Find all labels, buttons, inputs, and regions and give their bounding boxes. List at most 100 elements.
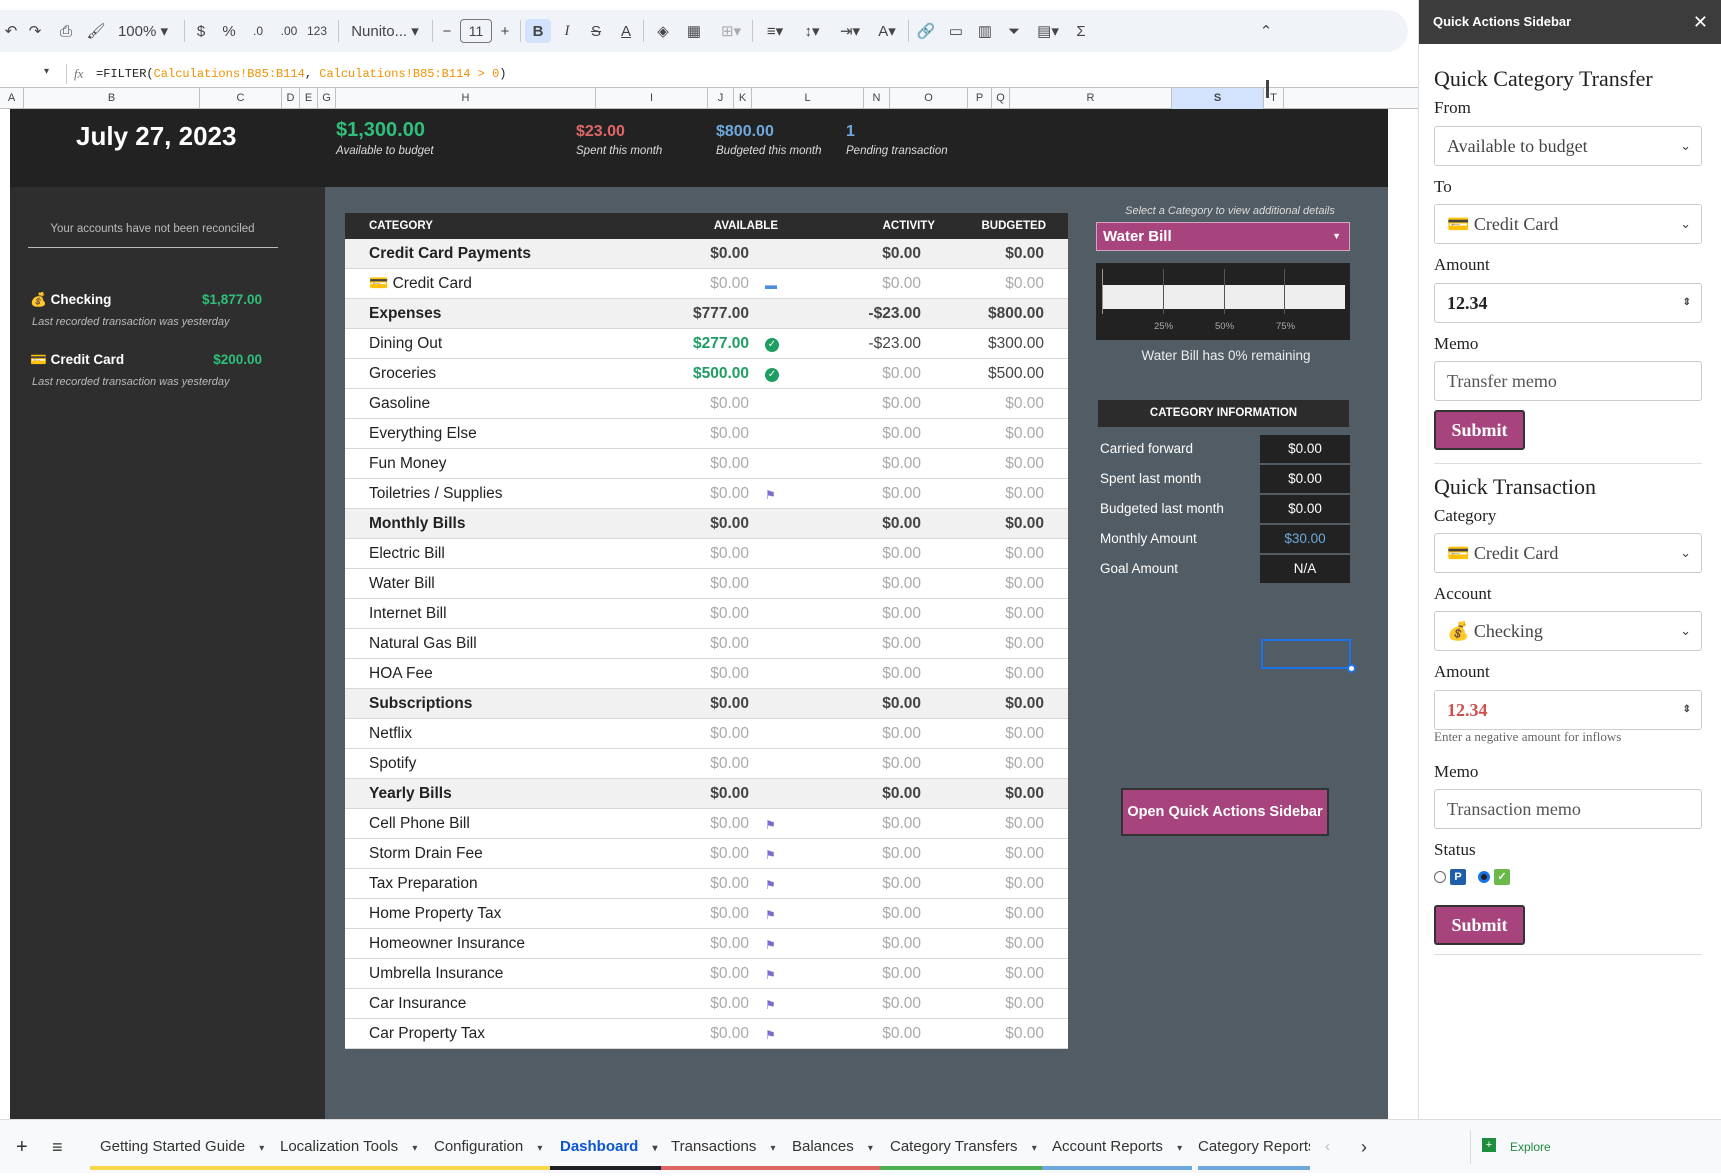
tab-menu-icon[interactable]: ▾: [412, 1143, 417, 1154]
font-size-decrease-icon[interactable]: −: [440, 19, 454, 43]
name-box-dropdown-icon[interactable]: ▾: [44, 66, 49, 78]
column-header[interactable]: L: [752, 88, 864, 109]
fill-color-icon[interactable]: ◈: [652, 19, 674, 43]
category-group-row[interactable]: Yearly Bills $0.00 $0.00 $0.00: [345, 779, 1068, 809]
category-select-sidebar[interactable]: 💳 Credit Card ⌄: [1434, 533, 1702, 573]
column-header[interactable]: B: [24, 88, 200, 109]
text-wrap-icon[interactable]: ⇥▾: [835, 19, 865, 43]
number-format-button[interactable]: 123: [305, 19, 329, 43]
tab-menu-icon[interactable]: ▾: [1032, 1143, 1037, 1154]
open-sidebar-button[interactable]: Open Quick Actions Sidebar: [1121, 788, 1329, 836]
transfer-amount-input[interactable]: 12.34 ⇕: [1434, 283, 1702, 323]
tab-menu-icon[interactable]: ▾: [868, 1143, 873, 1154]
tab-menu-icon[interactable]: ▾: [1177, 1143, 1182, 1154]
stepper-icon[interactable]: ⇕: [1683, 691, 1691, 729]
column-header[interactable]: I: [596, 88, 708, 109]
column-header[interactable]: R: [1010, 88, 1172, 109]
to-select[interactable]: 💳 Credit Card ⌄: [1434, 204, 1702, 244]
horizontal-align-icon[interactable]: ≡▾: [760, 19, 790, 43]
filter-views-icon[interactable]: ▤▾: [1032, 19, 1064, 43]
category-row[interactable]: Car Insurance $0.00 ⚑ $0.00 $0.00: [345, 989, 1068, 1019]
undo-icon[interactable]: ↶: [2, 19, 20, 43]
explore-label[interactable]: Explore: [1510, 1120, 1551, 1174]
add-sheet-icon[interactable]: +: [16, 1120, 28, 1174]
filter-icon[interactable]: ⏷: [1004, 19, 1024, 43]
sheet-tab[interactable]: Getting Started Guide ▾: [90, 1120, 275, 1174]
font-select[interactable]: Nunito... ▾: [345, 19, 425, 43]
category-row[interactable]: Tax Preparation $0.00 ⚑ $0.00 $0.00: [345, 869, 1068, 899]
all-sheets-icon[interactable]: ≡: [52, 1120, 63, 1174]
bold-button[interactable]: B: [525, 19, 551, 43]
currency-format-button[interactable]: $: [192, 19, 210, 43]
sheet-tab[interactable]: Dashboard ▾: [550, 1120, 668, 1174]
tab-menu-icon[interactable]: ▾: [653, 1143, 658, 1154]
transfer-memo-input[interactable]: Transfer memo: [1434, 361, 1702, 401]
column-header[interactable]: E: [300, 88, 318, 109]
text-rotation-icon[interactable]: A▾: [872, 19, 902, 43]
sheet-tab[interactable]: Category Transfers ▾: [880, 1120, 1047, 1174]
sheet-tab[interactable]: Localization Tools ▾: [270, 1120, 428, 1174]
category-row[interactable]: Storm Drain Fee $0.00 ⚑ $0.00 $0.00: [345, 839, 1068, 869]
status-pending-radio[interactable]: [1434, 871, 1446, 883]
category-group-row[interactable]: Expenses $777.00 -$23.00 $800.00: [345, 299, 1068, 329]
column-header[interactable]: A: [0, 88, 24, 109]
transaction-submit-button[interactable]: Submit: [1434, 905, 1525, 945]
category-row[interactable]: Gasoline $0.00 $0.00 $0.00: [345, 389, 1068, 419]
comment-icon[interactable]: ▭: [946, 19, 966, 43]
font-size-increase-icon[interactable]: +: [497, 19, 513, 43]
print-icon[interactable]: ⎙: [55, 19, 77, 43]
category-row[interactable]: Spotify $0.00 $0.00 $0.00: [345, 749, 1068, 779]
column-header[interactable]: J: [708, 88, 734, 109]
column-header[interactable]: O: [890, 88, 968, 109]
selected-cell[interactable]: [1261, 639, 1351, 669]
decrease-decimal-button[interactable]: .0: [247, 19, 269, 43]
category-row[interactable]: Umbrella Insurance $0.00 ⚑ $0.00 $0.00: [345, 959, 1068, 989]
category-select[interactable]: Water Bill ▼: [1096, 222, 1350, 251]
scroll-tabs-left-icon[interactable]: ‹: [1325, 1120, 1330, 1174]
tab-menu-icon[interactable]: ▾: [259, 1143, 264, 1154]
merge-cells-icon[interactable]: ⊞▾: [714, 19, 748, 43]
collapse-toolbar-icon[interactable]: ⌃: [1256, 19, 1276, 43]
transfer-submit-button[interactable]: Submit: [1434, 410, 1525, 450]
column-header[interactable]: G: [318, 88, 336, 109]
category-row[interactable]: Water Bill $0.00 $0.00 $0.00: [345, 569, 1068, 599]
category-row[interactable]: Netflix $0.00 $0.00 $0.00: [345, 719, 1068, 749]
column-header[interactable]: C: [200, 88, 282, 109]
functions-icon[interactable]: Σ: [1072, 19, 1090, 43]
borders-icon[interactable]: ▦: [684, 19, 704, 43]
category-row[interactable]: 💳 Credit Card $0.00 ▬ $0.00 $0.00: [345, 269, 1068, 299]
category-group-row[interactable]: Monthly Bills $0.00 $0.00 $0.00: [345, 509, 1068, 539]
category-row[interactable]: Dining Out $277.00 ✓ -$23.00 $300.00: [345, 329, 1068, 359]
category-row[interactable]: Natural Gas Bill $0.00 $0.00 $0.00: [345, 629, 1068, 659]
category-row[interactable]: Internet Bill $0.00 $0.00 $0.00: [345, 599, 1068, 629]
redo-icon[interactable]: ↷: [26, 19, 44, 43]
column-header[interactable]: Q: [992, 88, 1010, 109]
sheet-tab[interactable]: Balances ▾: [782, 1120, 883, 1174]
category-row[interactable]: Electric Bill $0.00 $0.00 $0.00: [345, 539, 1068, 569]
italic-button[interactable]: I: [558, 19, 576, 43]
name-box[interactable]: ▾: [0, 66, 56, 84]
tab-menu-icon[interactable]: ▾: [537, 1143, 542, 1154]
font-size-input[interactable]: 11: [460, 19, 492, 43]
percent-format-button[interactable]: %: [220, 19, 238, 43]
category-row[interactable]: Homeowner Insurance $0.00 ⚑ $0.00 $0.00: [345, 929, 1068, 959]
status-cleared-radio[interactable]: [1478, 871, 1490, 883]
strikethrough-icon[interactable]: S: [586, 19, 606, 43]
column-header[interactable]: H: [336, 88, 596, 109]
frozen-divider[interactable]: [1266, 80, 1269, 98]
paint-format-icon[interactable]: 🖌: [86, 19, 106, 43]
column-header[interactable]: D: [282, 88, 300, 109]
tab-menu-icon[interactable]: ▾: [770, 1143, 775, 1154]
fill-handle[interactable]: [1347, 664, 1356, 673]
category-group-row[interactable]: Credit Card Payments $0.00 $0.00 $0.00: [345, 239, 1068, 269]
increase-decimal-button[interactable]: .00: [277, 19, 301, 43]
category-row[interactable]: Home Property Tax $0.00 ⚑ $0.00 $0.00: [345, 899, 1068, 929]
category-row[interactable]: Everything Else $0.00 $0.00 $0.00: [345, 419, 1068, 449]
category-row[interactable]: Toiletries / Supplies $0.00 ⚑ $0.00 $0.0…: [345, 479, 1068, 509]
stepper-icon[interactable]: ⇕: [1683, 284, 1691, 322]
zoom-select[interactable]: 100% ▾: [112, 19, 174, 43]
link-icon[interactable]: 🔗: [916, 19, 936, 43]
column-header[interactable]: S: [1172, 88, 1264, 109]
transaction-memo-input[interactable]: Transaction memo: [1434, 789, 1702, 829]
category-row[interactable]: Car Property Tax $0.00 ⚑ $0.00 $0.00: [345, 1019, 1068, 1049]
